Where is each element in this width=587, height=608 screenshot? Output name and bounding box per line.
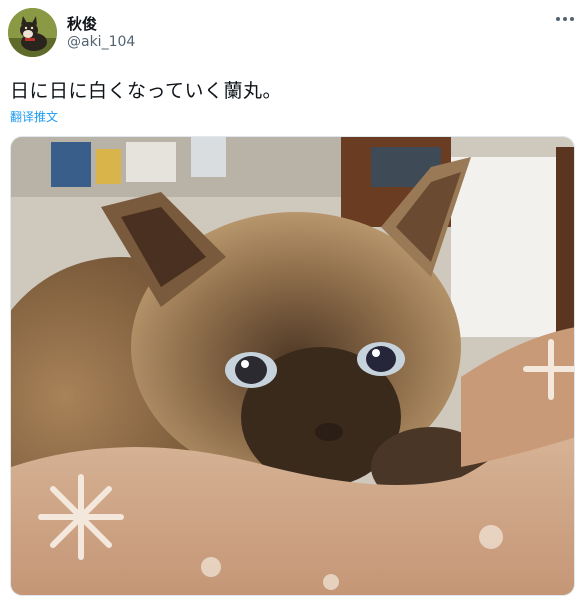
tweet-media-photo[interactable] (10, 136, 575, 596)
more-horizontal-icon[interactable] (555, 14, 575, 24)
shiba-dog-avatar-icon (8, 8, 57, 57)
cat-photo (11, 137, 574, 595)
avatar[interactable] (8, 8, 57, 57)
author-display-name[interactable]: 秋俊 (67, 13, 97, 34)
tweet-card[interactable]: 秋俊 @aki_104 日に日に白くなっていく蘭丸。 翻译推文 (0, 0, 587, 608)
author-handle[interactable]: @aki_104 (67, 34, 135, 50)
translate-tweet-link[interactable]: 翻译推文 (10, 108, 58, 125)
tweet-text: 日に日に白くなっていく蘭丸。 (10, 80, 283, 102)
